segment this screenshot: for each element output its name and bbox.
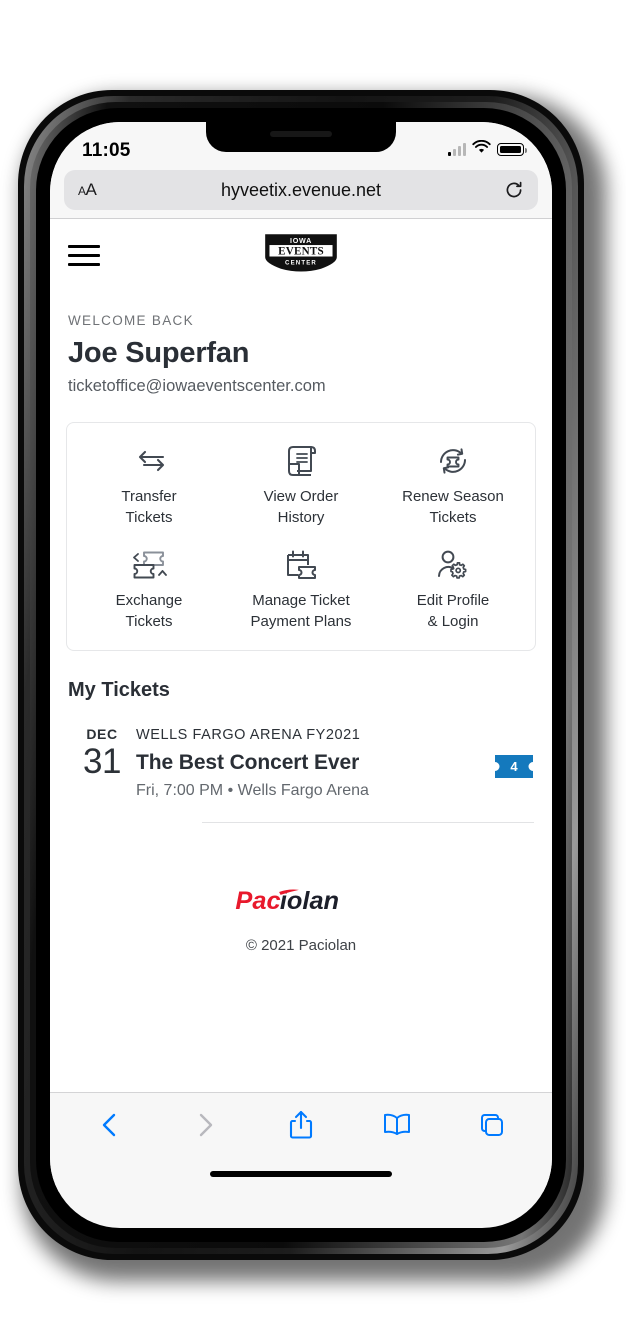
home-indicator [50,1156,552,1192]
action-manage-payment-plans[interactable]: Manage Ticket Payment Plans [225,547,377,633]
back-chevron-icon[interactable] [93,1108,127,1142]
event-series: WELLS FARGO ARENA FY2021 [136,727,361,744]
event-title: The Best Concert Ever [136,751,360,775]
list-item[interactable]: DEC 31 WELLS FARGO ARENA FY2021 The Best… [50,702,552,800]
exchange-tickets-icon [131,547,167,583]
page-footer: Pac iolan © 2021 Paciolan [50,823,552,953]
event-day: 31 [83,742,121,782]
web-page-content: IOWA EVENTS CENTER WELCOME BACK Joe Supe… [50,218,552,1092]
battery-icon [497,143,527,156]
tabs-icon[interactable] [475,1108,509,1142]
action-view-order-history[interactable]: View Order History [225,443,377,529]
svg-text:IOWA: IOWA [290,237,312,245]
earpiece-speaker [270,131,332,137]
action-edit-profile-login[interactable]: Edit Profile & Login [377,547,529,633]
action-label: Transfer Tickets [121,488,177,527]
cellular-signal-icon [448,143,466,156]
action-renew-season-tickets[interactable]: Renew Season Tickets [377,443,529,529]
browser-address-bar[interactable]: AA hyveetix.evenue.net [64,170,538,210]
hamburger-menu-icon[interactable] [68,239,100,272]
wifi-icon [472,139,491,159]
page-title: Joe Superfan [68,337,250,369]
action-transfer-tickets[interactable]: Transfer Tickets [73,443,225,529]
action-exchange-tickets[interactable]: Exchange Tickets [73,547,225,633]
status-bar-indicators [448,139,527,159]
reload-icon[interactable] [504,180,524,200]
svg-text:EVENTS: EVENTS [278,246,324,258]
event-month: DEC [86,726,118,743]
order-history-scroll-icon [285,443,317,479]
action-label: Manage Ticket Payment Plans [250,591,352,630]
book-icon[interactable] [380,1108,414,1142]
event-date: DEC 31 [68,724,136,782]
action-label: Renew Season Tickets [402,488,504,527]
phone-notch [206,122,396,152]
forward-chevron-icon[interactable] [188,1108,222,1142]
site-header: IOWA EVENTS CENTER [50,219,552,291]
status-bar-time: 11:05 [82,140,131,161]
browser-bottom-toolbar [50,1092,552,1156]
action-label: Edit Profile & Login [416,591,490,630]
url-text[interactable]: hyveetix.evenue.net [64,180,538,201]
paciolan-logo: Pac iolan [234,885,368,922]
quick-actions-card: Transfer Tickets View Order History Rene… [66,422,536,652]
event-details: WELLS FARGO ARENA FY2021 The Best Concer… [136,724,478,800]
my-tickets-heading: My Tickets [68,679,170,702]
welcome-block: WELCOME BACK Joe Superfan ticketoffice@i… [50,291,552,396]
iowa-events-center-logo[interactable]: IOWA EVENTS CENTER [258,230,344,279]
share-icon[interactable] [284,1108,318,1142]
event-quantity: 4 [478,724,534,779]
phone-screen: 11:05 AA hyveetix.evenue.net IOWA EVENTS… [50,122,552,1228]
ticket-count: 4 [510,759,518,775]
browser-url-bar-container: AA hyveetix.evenue.net [50,170,552,218]
person-gear-icon [436,547,470,583]
calendar-ticket-icon [284,547,318,583]
transfer-arrows-icon [132,443,166,479]
renew-ticket-refresh-icon [435,443,471,479]
action-label: Exchange Tickets [115,591,183,630]
status-badge: 4 [494,754,534,779]
svg-text:Pac: Pac [235,887,280,915]
svg-text:CENTER: CENTER [285,260,317,267]
welcome-back-label: WELCOME BACK [68,313,194,328]
event-meta: Fri, 7:00 PM • Wells Fargo Arena [136,782,369,800]
user-email: ticketoffice@iowaeventscenter.com [68,377,326,395]
action-label: View Order History [263,488,339,527]
copyright-text: © 2021 Paciolan [245,936,357,954]
